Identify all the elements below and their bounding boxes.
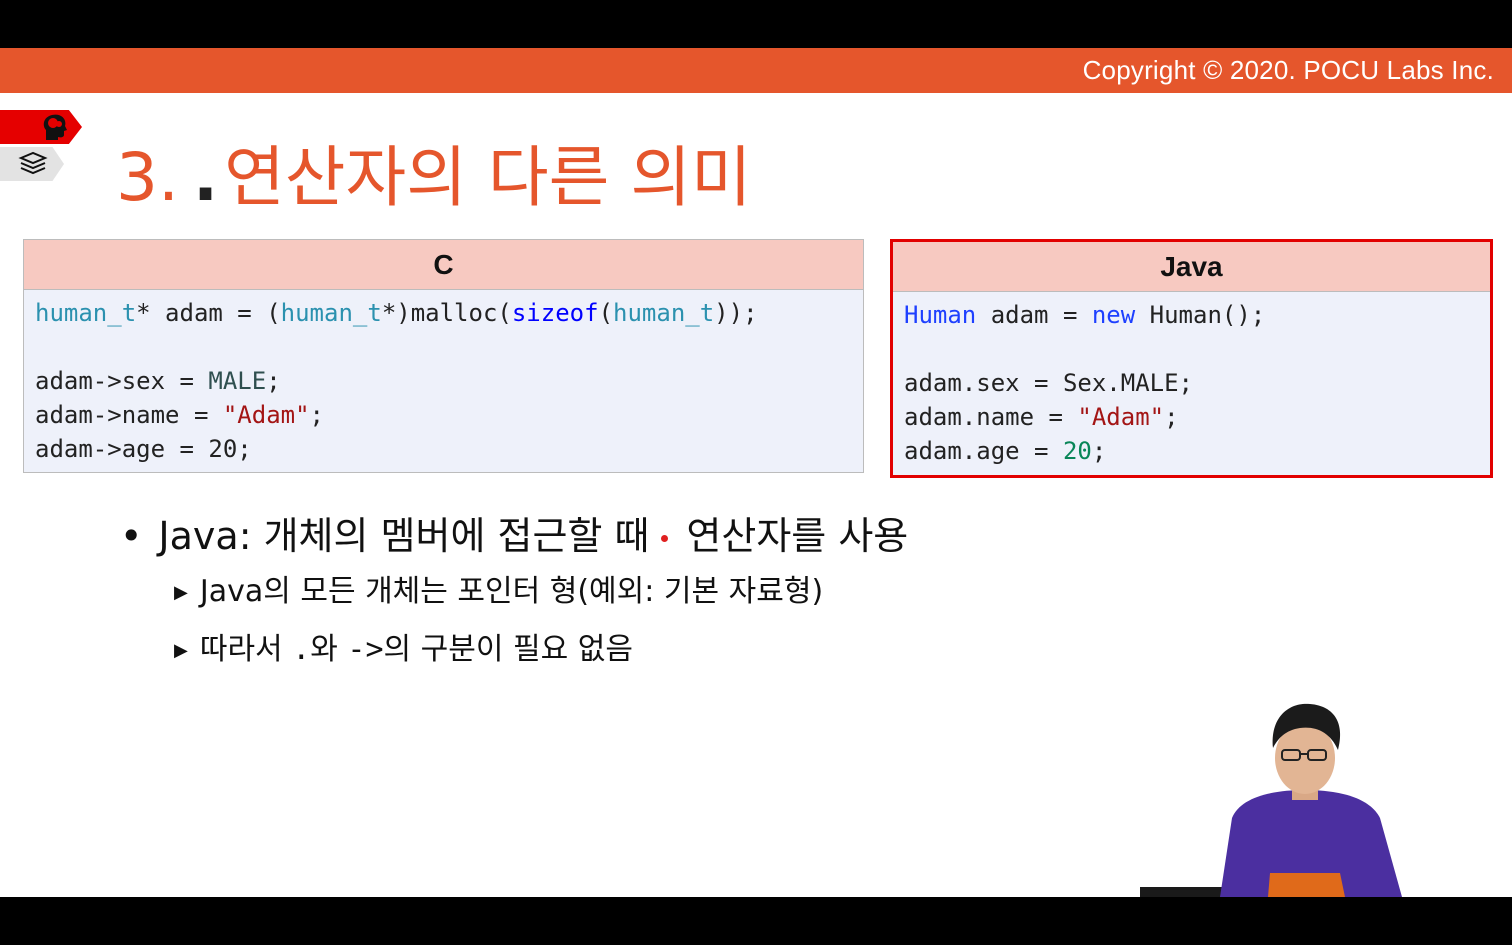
c-panel-heading: C [24,240,863,290]
code-token: ; [1091,437,1107,465]
code-token: )); [714,299,758,327]
java-panel-heading: Java [893,242,1490,292]
bullet-main-prefix: Java: 개체의 멤버에 접근할 때 [158,514,650,558]
code-token: MALE [208,367,267,395]
code-token: Human [904,301,977,329]
code-token: adam->sex = [35,367,209,395]
code-token: ; [1164,403,1179,431]
code-token: human_t [280,299,382,327]
code-line: adam->name = "Adam"; [35,398,863,432]
code-token: adam.age = [904,437,1063,465]
bullet-sub-1: ▶ Java의 모든 개체는 포인터 형(예외: 기본 자료형) [174,562,908,622]
java-code-block: Human adam = new Human(); adam.sex = Sex.… [893,292,1490,468]
title-text: 연산자의 다른 의미 [224,139,752,216]
code-token: human_t [35,299,137,327]
code-token: adam.sex = Sex.MALE; [904,369,1193,397]
slide-title: 3. .연산자의 다른 의미 [116,124,752,220]
code-token: new [1091,301,1136,329]
code-token: ; [266,367,281,395]
code-line: adam.sex = Sex.MALE; [904,366,1490,400]
code-token: "Adam" [1077,403,1165,431]
section-tag-red [0,110,82,144]
arrow-operator-code: -> [347,632,384,667]
code-line: human_t* adam = (human_t*)malloc(sizeof(… [35,296,863,330]
code-line: adam->sex = MALE; [35,364,863,398]
book-stack-icon [18,151,48,175]
bullet-list: • Java: 개체의 멤버에 접근할 때 연산자를 사용 ▶ Java의 모든 개체… [120,510,908,680]
java-code-panel: Java Human adam = new Human(); adam.sex =… [890,239,1493,478]
presenter-video-overlay [1140,703,1402,897]
code-token: 20 [1062,437,1092,465]
title-number: 3. [116,139,179,216]
code-token: human_t [613,299,715,327]
brain-head-icon [43,114,67,140]
code-token: sizeof [511,299,599,327]
slide: Copyright © 2020. POCU Labs Inc. 3. .연산자의… [0,48,1512,897]
triangle-bullet-icon: ▶ [174,639,188,661]
code-line: Human adam = new Human(); [904,298,1490,332]
code-token: adam->name = [35,401,223,429]
code-line: adam->age = 20; [35,432,863,466]
bullet-sub-2-suffix: 의 구분이 필요 없음 [383,632,633,667]
code-token: Human(); [1135,301,1266,329]
dot-operator-code: .와 [292,632,338,667]
bullet-main: • Java: 개체의 멤버에 접근할 때 연산자를 사용 [120,510,908,562]
c-code-block: human_t* adam = (human_t*)malloc(sizeof(… [24,290,863,466]
code-line: adam.age = 20; [904,434,1490,468]
code-token: *)malloc( [381,299,512,327]
bullet-sub-2-prefix: 따라서 [199,632,283,667]
laser-pointer-dot [661,535,669,542]
bullet-sub-1-text: Java의 모든 개체는 포인터 형(예외: 기본 자료형) [199,574,824,609]
title-dot-operator: . [192,139,219,216]
triangle-bullet-icon: ▶ [174,581,188,603]
code-token: adam.name = [904,403,1078,431]
section-tag-gray [0,147,64,181]
code-token: adam->age = 20; [35,435,252,463]
code-token: * adam = ( [136,299,281,327]
code-token: "Adam" [222,401,310,429]
code-token: adam = [976,301,1092,329]
bullet-sub-2: ▶ 따라서 .와 ->의 구분이 필요 없음 [174,620,908,680]
bullet-dot: • [120,514,143,558]
bullet-main-suffix: 연산자를 사용 [686,514,909,558]
code-token: ; [309,401,324,429]
code-line: adam.name = "Adam"; [904,400,1490,434]
c-code-panel: C human_t* adam = (human_t*)malloc(sizeo… [23,239,864,473]
letterbox-bottom [0,897,1512,945]
code-token: ( [598,299,614,327]
copyright-text: Copyright © 2020. POCU Labs Inc. [1082,55,1494,85]
header-bar: Copyright © 2020. POCU Labs Inc. [0,48,1512,93]
